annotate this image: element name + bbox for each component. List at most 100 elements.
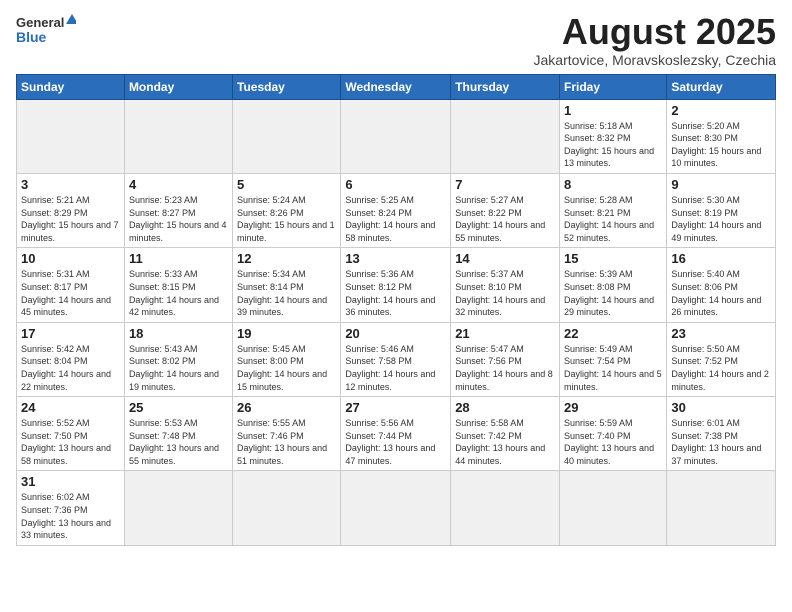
day-number: 29 [564, 400, 662, 415]
logo-svg: General Blue [16, 12, 76, 48]
calendar-cell: 23Sunrise: 5:50 AM Sunset: 7:52 PM Dayli… [667, 322, 776, 396]
calendar-cell [560, 471, 667, 545]
calendar-cell: 15 Sunrise: 5:39 AM Sunset: 8:08 PM Dayli… [560, 248, 667, 322]
calendar-cell: 27 Sunrise: 5:56 AM Sunset: 7:44 PM Dayli… [341, 397, 451, 471]
calendar-cell [667, 471, 776, 545]
calendar-cell [124, 99, 232, 173]
day-info: Sunrise: 5:36 AM Sunset: 8:12 PM Dayligh… [345, 268, 446, 318]
calendar-cell: 21 Sunrise: 5:47 AM Sunset: 7:56 PM Dayli… [451, 322, 560, 396]
calendar-cell: 14 Sunrise: 5:37 AM Sunset: 8:10 PM Dayli… [451, 248, 560, 322]
day-number: 9 [671, 177, 771, 192]
day-number: 22 [564, 326, 662, 341]
day-info: Sunrise: 5:42 AM Sunset: 8:04 PM Dayligh… [21, 343, 120, 393]
calendar-cell: 26Sunrise: 5:55 AM Sunset: 7:46 PM Dayli… [233, 397, 341, 471]
day-number: 17 [21, 326, 120, 341]
col-monday: Monday [124, 74, 232, 99]
calendar-cell: 4 Sunrise: 5:23 AM Sunset: 8:27 PM Daylig… [124, 173, 232, 247]
day-info: Sunrise: 5:50 AM Sunset: 7:52 PM Dayligh… [671, 343, 771, 393]
day-info: Sunrise: 5:56 AM Sunset: 7:44 PM Dayligh… [345, 417, 446, 467]
logo: General Blue [16, 12, 76, 48]
day-number: 2 [671, 103, 771, 118]
calendar-cell: 5 Sunrise: 5:24 AM Sunset: 8:26 PM Daylig… [233, 173, 341, 247]
day-number: 11 [129, 251, 228, 266]
day-number: 31 [21, 474, 120, 489]
main-title: August 2025 [534, 12, 776, 52]
calendar-week-row: 3 Sunrise: 5:21 AM Sunset: 8:29 PM Daylig… [17, 173, 776, 247]
calendar-cell: 17 Sunrise: 5:42 AM Sunset: 8:04 PM Dayli… [17, 322, 125, 396]
day-info: Sunrise: 5:59 AM Sunset: 7:40 PM Dayligh… [564, 417, 662, 467]
day-info: Sunrise: 5:53 AM Sunset: 7:48 PM Dayligh… [129, 417, 228, 467]
calendar-cell: 22Sunrise: 5:49 AM Sunset: 7:54 PM Dayli… [560, 322, 667, 396]
day-number: 7 [455, 177, 555, 192]
day-info: Sunrise: 5:47 AM Sunset: 7:56 PM Dayligh… [455, 343, 555, 393]
calendar-cell: 28Sunrise: 5:58 AM Sunset: 7:42 PM Dayli… [451, 397, 560, 471]
calendar-cell: 24 Sunrise: 5:52 AM Sunset: 7:50 PM Dayli… [17, 397, 125, 471]
day-info: Sunrise: 5:25 AM Sunset: 8:24 PM Dayligh… [345, 194, 446, 244]
day-number: 3 [21, 177, 120, 192]
day-info: Sunrise: 5:21 AM Sunset: 8:29 PM Dayligh… [21, 194, 120, 244]
calendar-cell: 19 Sunrise: 5:45 AM Sunset: 8:00 PM Dayli… [233, 322, 341, 396]
day-number: 25 [129, 400, 228, 415]
day-number: 27 [345, 400, 446, 415]
calendar-week-row: 24 Sunrise: 5:52 AM Sunset: 7:50 PM Dayli… [17, 397, 776, 471]
col-tuesday: Tuesday [233, 74, 341, 99]
calendar-cell: 10 Sunrise: 5:31 AM Sunset: 8:17 PM Dayli… [17, 248, 125, 322]
day-number: 12 [237, 251, 336, 266]
calendar-cell [17, 99, 125, 173]
day-info: Sunrise: 5:52 AM Sunset: 7:50 PM Dayligh… [21, 417, 120, 467]
calendar-cell: 30Sunrise: 6:01 AM Sunset: 7:38 PM Dayli… [667, 397, 776, 471]
day-info: Sunrise: 5:30 AM Sunset: 8:19 PM Dayligh… [671, 194, 771, 244]
day-info: Sunrise: 5:37 AM Sunset: 8:10 PM Dayligh… [455, 268, 555, 318]
calendar-cell: 8Sunrise: 5:28 AM Sunset: 8:21 PM Daylig… [560, 173, 667, 247]
day-number: 5 [237, 177, 336, 192]
day-info: Sunrise: 5:27 AM Sunset: 8:22 PM Dayligh… [455, 194, 555, 244]
day-number: 14 [455, 251, 555, 266]
page-header: General Blue August 2025 Jakartovice, Mo… [16, 12, 776, 68]
day-number: 21 [455, 326, 555, 341]
calendar-cell: 7 Sunrise: 5:27 AM Sunset: 8:22 PM Daylig… [451, 173, 560, 247]
day-info: Sunrise: 5:18 AM Sunset: 8:32 PM Dayligh… [564, 120, 662, 170]
day-number: 24 [21, 400, 120, 415]
calendar-cell: 6Sunrise: 5:25 AM Sunset: 8:24 PM Daylig… [341, 173, 451, 247]
calendar-cell: 20Sunrise: 5:46 AM Sunset: 7:58 PM Dayli… [341, 322, 451, 396]
calendar-cell [233, 99, 341, 173]
calendar-cell: 31Sunrise: 6:02 AM Sunset: 7:36 PM Dayli… [17, 471, 125, 545]
day-info: Sunrise: 5:31 AM Sunset: 8:17 PM Dayligh… [21, 268, 120, 318]
col-saturday: Saturday [667, 74, 776, 99]
calendar-cell: 2 Sunrise: 5:20 AM Sunset: 8:30 PM Daylig… [667, 99, 776, 173]
day-info: Sunrise: 5:45 AM Sunset: 8:00 PM Dayligh… [237, 343, 336, 393]
day-number: 15 [564, 251, 662, 266]
day-info: Sunrise: 5:46 AM Sunset: 7:58 PM Dayligh… [345, 343, 446, 393]
calendar-cell: 29 Sunrise: 5:59 AM Sunset: 7:40 PM Dayli… [560, 397, 667, 471]
calendar-header-row: Sunday Monday Tuesday Wednesday Thursday… [17, 74, 776, 99]
day-number: 19 [237, 326, 336, 341]
calendar-week-row: 10 Sunrise: 5:31 AM Sunset: 8:17 PM Dayli… [17, 248, 776, 322]
calendar-week-row: 17 Sunrise: 5:42 AM Sunset: 8:04 PM Dayli… [17, 322, 776, 396]
day-info: Sunrise: 5:43 AM Sunset: 8:02 PM Dayligh… [129, 343, 228, 393]
calendar-cell [124, 471, 232, 545]
calendar-cell: 18Sunrise: 5:43 AM Sunset: 8:02 PM Dayli… [124, 322, 232, 396]
day-info: Sunrise: 5:20 AM Sunset: 8:30 PM Dayligh… [671, 120, 771, 170]
calendar-week-row: 31Sunrise: 6:02 AM Sunset: 7:36 PM Dayli… [17, 471, 776, 545]
calendar-cell [451, 471, 560, 545]
day-info: Sunrise: 5:33 AM Sunset: 8:15 PM Dayligh… [129, 268, 228, 318]
calendar-cell [233, 471, 341, 545]
col-friday: Friday [560, 74, 667, 99]
day-info: Sunrise: 5:23 AM Sunset: 8:27 PM Dayligh… [129, 194, 228, 244]
day-info: Sunrise: 5:28 AM Sunset: 8:21 PM Dayligh… [564, 194, 662, 244]
col-thursday: Thursday [451, 74, 560, 99]
calendar-table: Sunday Monday Tuesday Wednesday Thursday… [16, 74, 776, 546]
col-sunday: Sunday [17, 74, 125, 99]
day-number: 10 [21, 251, 120, 266]
day-info: Sunrise: 5:24 AM Sunset: 8:26 PM Dayligh… [237, 194, 336, 244]
title-block: August 2025 Jakartovice, Moravskoslezsky… [534, 12, 776, 68]
day-info: Sunrise: 5:39 AM Sunset: 8:08 PM Dayligh… [564, 268, 662, 318]
day-number: 30 [671, 400, 771, 415]
day-number: 4 [129, 177, 228, 192]
calendar-cell: 1Sunrise: 5:18 AM Sunset: 8:32 PM Daylig… [560, 99, 667, 173]
calendar-week-row: 1Sunrise: 5:18 AM Sunset: 8:32 PM Daylig… [17, 99, 776, 173]
calendar-cell [451, 99, 560, 173]
day-number: 26 [237, 400, 336, 415]
calendar-cell: 3 Sunrise: 5:21 AM Sunset: 8:29 PM Daylig… [17, 173, 125, 247]
calendar-cell: 25 Sunrise: 5:53 AM Sunset: 7:48 PM Dayli… [124, 397, 232, 471]
